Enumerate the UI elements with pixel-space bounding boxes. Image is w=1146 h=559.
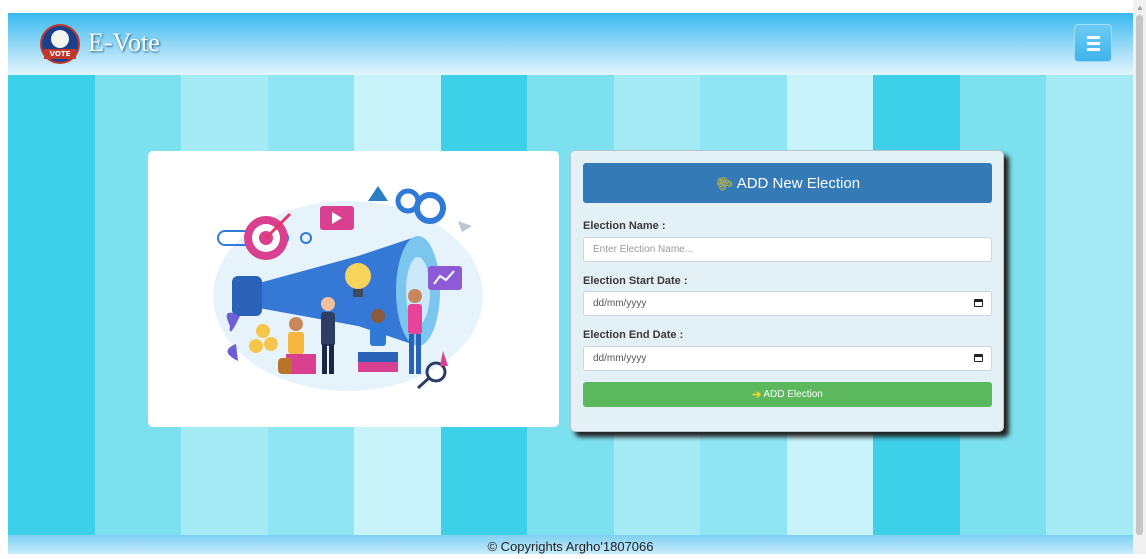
sign-in-icon: ➔ [752, 389, 762, 401]
vote-logo[interactable]: VOTE [40, 24, 80, 64]
form-title: ADD New Election [736, 174, 861, 192]
election-end-date-input[interactable]: dd/mm/yyyy [583, 346, 992, 371]
add-election-form: 🖇 ADD New Election Election Name : Enter… [570, 150, 1004, 432]
election-name-label: Election Name : [583, 220, 666, 232]
copyright-text: © Copyrights Argho'1807066 [487, 539, 654, 554]
add-election-button[interactable]: ➔ ADD Election [583, 382, 992, 407]
footer: © Copyrights Argho'1807066 [8, 535, 1133, 554]
hamburger-menu-button[interactable] [1074, 24, 1112, 62]
paperclip-icon: 🖇 [711, 170, 736, 195]
form-header: 🖇 ADD New Election [583, 163, 992, 203]
end-date-value: dd/mm/yyyy [593, 353, 647, 364]
marketing-illustration [213, 186, 483, 391]
calendar-icon[interactable] [974, 354, 983, 362]
scroll-thumb[interactable] [1136, 15, 1143, 535]
election-start-date-input[interactable]: dd/mm/yyyy [583, 291, 992, 316]
background-stripe [8, 75, 95, 535]
scroll-up-icon[interactable]: ▲ [1136, 3, 1144, 12]
page-scrollbar[interactable]: ▲ [1133, 0, 1146, 554]
hamburger-icon [1087, 36, 1100, 39]
add-election-label: ADD Election [763, 389, 823, 400]
logo-vote-text: VOTE [44, 49, 76, 59]
background-stripe [1046, 75, 1133, 535]
start-date-value: dd/mm/yyyy [593, 298, 647, 309]
election-end-date-label: Election End Date : [583, 329, 684, 341]
hamburger-line [1087, 42, 1100, 45]
calendar-icon[interactable] [974, 299, 983, 307]
brand-title[interactable]: E-Vote [88, 28, 160, 58]
navbar: VOTE E-Vote [8, 13, 1133, 75]
election-start-date-label: Election Start Date : [583, 275, 688, 287]
hamburger-line [1087, 48, 1100, 51]
illustration-card [148, 151, 559, 427]
logo-face [51, 30, 69, 48]
election-name-input[interactable]: Enter Election Name... [583, 237, 992, 262]
